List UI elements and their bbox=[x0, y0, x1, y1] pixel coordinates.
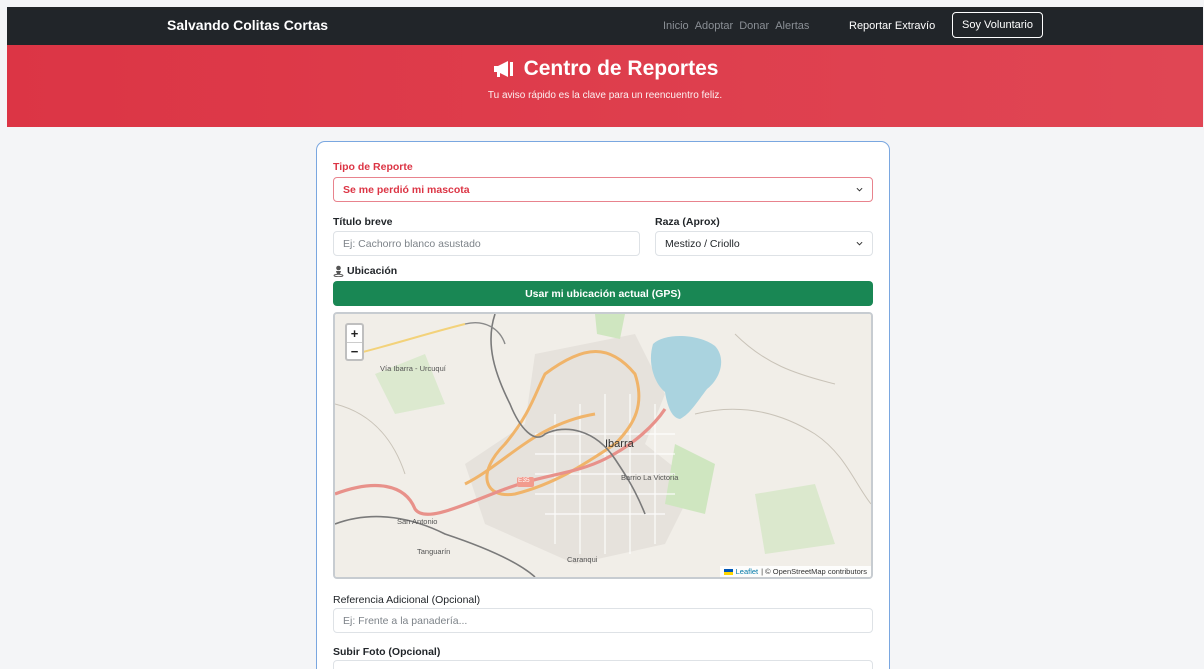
location-map[interactable]: Vía Ibarra - Urcuquí Ibarra Barrio La Vi… bbox=[333, 312, 873, 579]
titulo-input[interactable]: Ej: Cachorro blanco asustado bbox=[333, 231, 640, 256]
referencia-input[interactable]: Ej: Frente a la panadería... bbox=[333, 608, 873, 633]
referencia-label: Referencia Adicional (Opcional) bbox=[333, 594, 481, 606]
ubicacion-label: Ubicación bbox=[347, 265, 398, 277]
pin-icon bbox=[333, 265, 344, 277]
ukraine-flag-icon bbox=[723, 568, 733, 575]
chevron-down-icon bbox=[856, 241, 863, 246]
map-zoom-control: + − bbox=[345, 323, 364, 361]
tipo-select[interactable]: Se me perdió mi mascota bbox=[333, 177, 873, 202]
megaphone-icon bbox=[493, 61, 513, 77]
map-label-via: Vía Ibarra - Urcuquí bbox=[380, 364, 446, 373]
volunteer-button[interactable]: Soy Voluntario bbox=[952, 12, 1043, 38]
zoom-out-button[interactable]: − bbox=[347, 342, 362, 359]
tipo-label: Tipo de Reporte bbox=[333, 161, 413, 173]
report-form-card: Tipo de Reporte Se me perdió mi mascota … bbox=[316, 141, 890, 669]
map-tiles bbox=[335, 314, 871, 577]
raza-select-value: Mestizo / Criollo bbox=[665, 237, 740, 250]
titulo-label: Título breve bbox=[333, 216, 393, 228]
map-label-caranqui: Caranqui bbox=[567, 555, 598, 564]
osm-attribution: | © OpenStreetMap contributors bbox=[761, 567, 867, 576]
nav-link-alertas[interactable]: Alertas bbox=[775, 20, 809, 32]
foto-input[interactable] bbox=[333, 660, 873, 669]
map-attribution: Leaflet | © OpenStreetMap contributors bbox=[719, 566, 871, 577]
tipo-select-value: Se me perdió mi mascota bbox=[343, 183, 470, 196]
nav-link-inicio[interactable]: Inicio bbox=[663, 20, 689, 32]
map-label-san-antonio: San Antonio bbox=[397, 517, 438, 526]
top-navbar: Salvando Colitas Cortas Inicio Adoptar D… bbox=[7, 7, 1203, 45]
map-label-tanguarin: Tanguarín bbox=[417, 547, 451, 556]
nav-links: Inicio Adoptar Donar Alertas bbox=[663, 20, 809, 32]
ubicacion-heading: Ubicación bbox=[333, 265, 397, 277]
brand-name[interactable]: Salvando Colitas Cortas bbox=[167, 17, 328, 33]
nav-link-donar[interactable]: Donar bbox=[739, 20, 769, 32]
nav-link-reportar[interactable]: Reportar Extravío bbox=[849, 20, 935, 32]
raza-select[interactable]: Mestizo / Criollo bbox=[655, 231, 873, 256]
zoom-in-button[interactable]: + bbox=[347, 325, 362, 342]
hero-title-row: Centro de Reportes bbox=[7, 57, 1203, 81]
map-label-ibarra: Ibarra bbox=[605, 438, 634, 450]
raza-label: Raza (Aprox) bbox=[655, 216, 720, 228]
chevron-down-icon bbox=[856, 187, 863, 192]
nav-link-adoptar[interactable]: Adoptar bbox=[695, 20, 734, 32]
hero-banner: Centro de Reportes Tu aviso rápido es la… bbox=[7, 45, 1203, 127]
map-label-e35: E35 bbox=[518, 477, 530, 484]
leaflet-link[interactable]: Leaflet bbox=[736, 567, 759, 576]
page-subtitle: Tu aviso rápido es la clave para un reen… bbox=[487, 90, 723, 101]
map-label-barrio: Barrio La Victoria bbox=[621, 473, 679, 482]
foto-label: Subir Foto (Opcional) bbox=[333, 646, 441, 658]
page-title: Centro de Reportes bbox=[523, 57, 719, 80]
gps-location-button[interactable]: Usar mi ubicación actual (GPS) bbox=[333, 281, 873, 306]
